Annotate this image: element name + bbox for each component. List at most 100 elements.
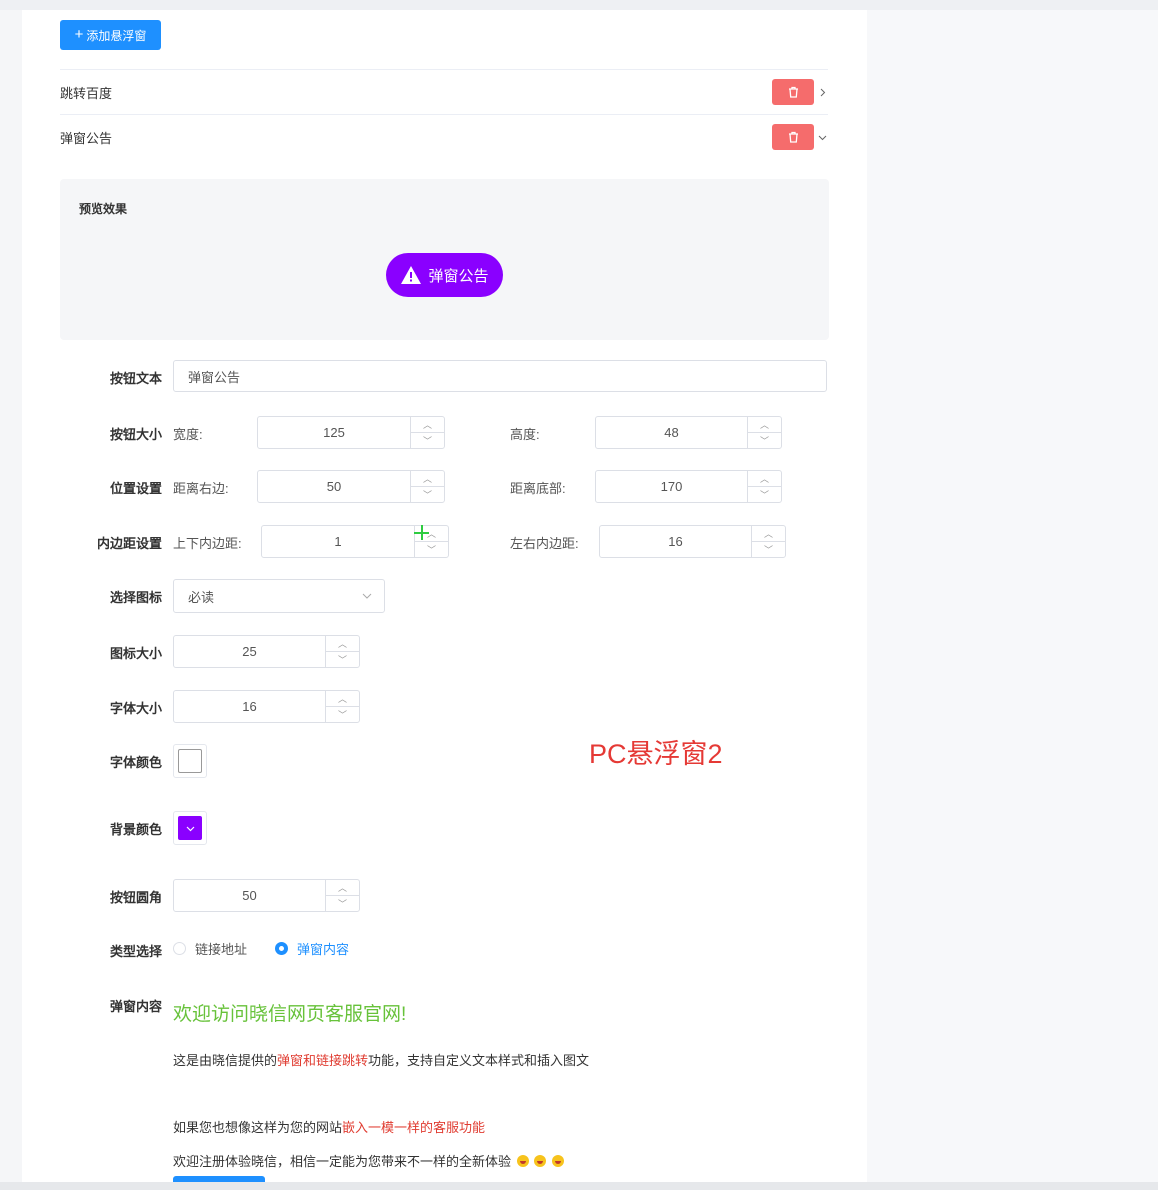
content-highlight: 嵌入一模一样的客服功能	[342, 1120, 486, 1135]
grinning-emoji-icon	[534, 1155, 547, 1167]
bottom-distance-stepper[interactable]: 170 ︿ ﹀	[595, 470, 782, 503]
radio-link-address[interactable]: 链接地址	[173, 939, 247, 958]
trash-icon	[788, 86, 798, 98]
width-value: 125	[323, 425, 345, 440]
font-size-label: 字体大小	[109, 701, 162, 716]
radio-circle[interactable]	[275, 942, 288, 955]
height-stepper[interactable]: 48 ︿ ﹀	[595, 416, 782, 449]
right-distance-value: 50	[326, 479, 342, 494]
decrease-icon[interactable]: ﹀	[326, 707, 359, 722]
decrease-icon[interactable]: ﹀	[411, 433, 444, 448]
width-label: 宽度:	[173, 427, 203, 442]
warning-triangle-icon	[401, 266, 422, 284]
horizontal-padding-stepper[interactable]: 16 ︿ ﹀	[599, 525, 786, 558]
height-value: 48	[664, 425, 679, 440]
icon-size-value: 25	[242, 644, 257, 659]
decrease-icon[interactable]: ﹀	[411, 487, 444, 502]
plus-icon: +	[74, 26, 84, 43]
preview-floating-button[interactable]: 弹窗公告	[386, 253, 503, 297]
font-color-picker[interactable]	[173, 744, 207, 778]
increase-icon[interactable]: ︿	[748, 417, 781, 433]
radio-circle[interactable]	[173, 942, 186, 955]
width-stepper[interactable]: 125 ︿ ﹀	[257, 416, 445, 449]
chevron-down-icon	[362, 593, 372, 599]
increase-icon[interactable]: ︿	[326, 636, 359, 652]
icon-size-label: 图标大小	[109, 646, 162, 661]
horizontal-scrollbar[interactable]	[0, 1182, 1158, 1190]
popup-content-label: 弹窗内容	[109, 999, 162, 1014]
list-item[interactable]: 弹窗公告	[60, 114, 828, 159]
bottom-distance-label: 距离底部:	[510, 481, 566, 496]
content-text: 如果您也想像这样为您的网站	[173, 1120, 343, 1135]
radius-label: 按钮圆角	[109, 890, 162, 905]
icon-select-value: 必读	[188, 589, 215, 605]
type-label: 类型选择	[109, 944, 162, 959]
list-item-name: 跳转百度	[60, 85, 113, 101]
vertical-padding-label: 上下内边距:	[173, 536, 242, 551]
decrease-icon[interactable]: ﹀	[326, 652, 359, 667]
chevron-right-icon[interactable]	[816, 86, 828, 98]
radio-label: 弹窗内容	[297, 942, 350, 957]
content-text: 这是由晓信提供的	[173, 1053, 278, 1068]
preview-title: 预览效果	[79, 202, 128, 216]
list-item-name: 弹窗公告	[60, 130, 113, 146]
increase-icon[interactable]: ︿	[748, 471, 781, 487]
content-text: 欢迎注册体验晓信，相信一定能为您带来不一样的全新体验	[173, 1154, 512, 1169]
icon-select[interactable]: 必读	[173, 579, 385, 613]
increase-icon[interactable]: ︿	[411, 417, 444, 433]
vertical-padding-value: 1	[334, 534, 342, 549]
radius-value: 50	[242, 888, 257, 903]
content-text: 功能，支持自定义文本样式和插入图文	[368, 1053, 590, 1068]
increase-icon[interactable]: ︿	[411, 471, 444, 487]
icon-size-stepper[interactable]: 25 ︿ ﹀	[173, 635, 360, 668]
floating-window-settings-panel: + 添加悬浮窗 跳转百度 弹窗公告 预览效果 弹窗公告 按钮文本 弹窗公告 按钮…	[22, 10, 867, 1182]
button-text-input[interactable]: 弹窗公告	[173, 360, 827, 392]
decrease-icon[interactable]: ﹀	[748, 433, 781, 448]
bottom-distance-value: 170	[660, 479, 683, 494]
list-item[interactable]: 跳转百度	[60, 69, 828, 114]
chevron-down-icon	[186, 826, 194, 831]
decrease-icon[interactable]: ﹀	[752, 542, 785, 557]
decrease-icon[interactable]: ﹀	[415, 542, 448, 557]
content-highlight: 弹窗和链接跳转	[277, 1053, 369, 1068]
content-title: 欢迎访问晓信网页客服官网!	[173, 1004, 407, 1025]
preview-area: 预览效果 弹窗公告	[60, 179, 829, 340]
grinning-emoji-icon	[516, 1155, 529, 1167]
trash-icon	[788, 131, 798, 143]
grinning-emoji-icon	[551, 1155, 564, 1167]
radio-popup-content[interactable]: 弹窗内容	[275, 939, 349, 958]
button-text-label: 按钮文本	[109, 371, 162, 386]
chevron-down-icon[interactable]	[816, 131, 828, 143]
content-line-2: 如果您也想像这样为您的网站嵌入一模一样的客服功能	[173, 1117, 485, 1136]
increase-icon[interactable]: ︿	[752, 526, 785, 542]
position-label: 位置设置	[109, 481, 162, 496]
radio-label: 链接地址	[195, 942, 248, 957]
radius-stepper[interactable]: 50 ︿ ﹀	[173, 879, 360, 912]
top-bar	[0, 0, 1158, 10]
decrease-icon[interactable]: ﹀	[326, 896, 359, 911]
font-size-value: 16	[242, 699, 257, 714]
horizontal-padding-label: 左右内边距:	[510, 536, 579, 551]
delete-button[interactable]	[772, 124, 814, 150]
increase-icon[interactable]: ︿	[326, 880, 359, 896]
horizontal-padding-value: 16	[668, 534, 683, 549]
font-color-label: 字体颜色	[109, 755, 162, 770]
bg-color-swatch	[178, 816, 202, 840]
font-color-swatch	[178, 749, 202, 773]
bg-color-label: 背景颜色	[109, 822, 162, 837]
right-distance-stepper[interactable]: 50 ︿ ﹀	[257, 470, 445, 503]
decrease-icon[interactable]: ﹀	[748, 487, 781, 502]
preview-button-text: 弹窗公告	[428, 267, 489, 285]
delete-button[interactable]	[772, 79, 814, 105]
add-floating-window-label: 添加悬浮窗	[86, 28, 147, 43]
height-label: 高度:	[510, 427, 540, 442]
icon-select-label: 选择图标	[109, 590, 162, 605]
font-size-stepper[interactable]: 16 ︿ ﹀	[173, 690, 360, 723]
padding-label: 内边距设置	[96, 536, 162, 551]
button-size-label: 按钮大小	[109, 427, 162, 442]
bg-color-picker[interactable]	[173, 811, 207, 845]
add-floating-window-button[interactable]: + 添加悬浮窗	[60, 20, 161, 50]
increase-icon[interactable]: ︿	[326, 691, 359, 707]
right-distance-label: 距离右边:	[173, 481, 229, 496]
watermark-text: PC悬浮窗2	[589, 739, 723, 769]
